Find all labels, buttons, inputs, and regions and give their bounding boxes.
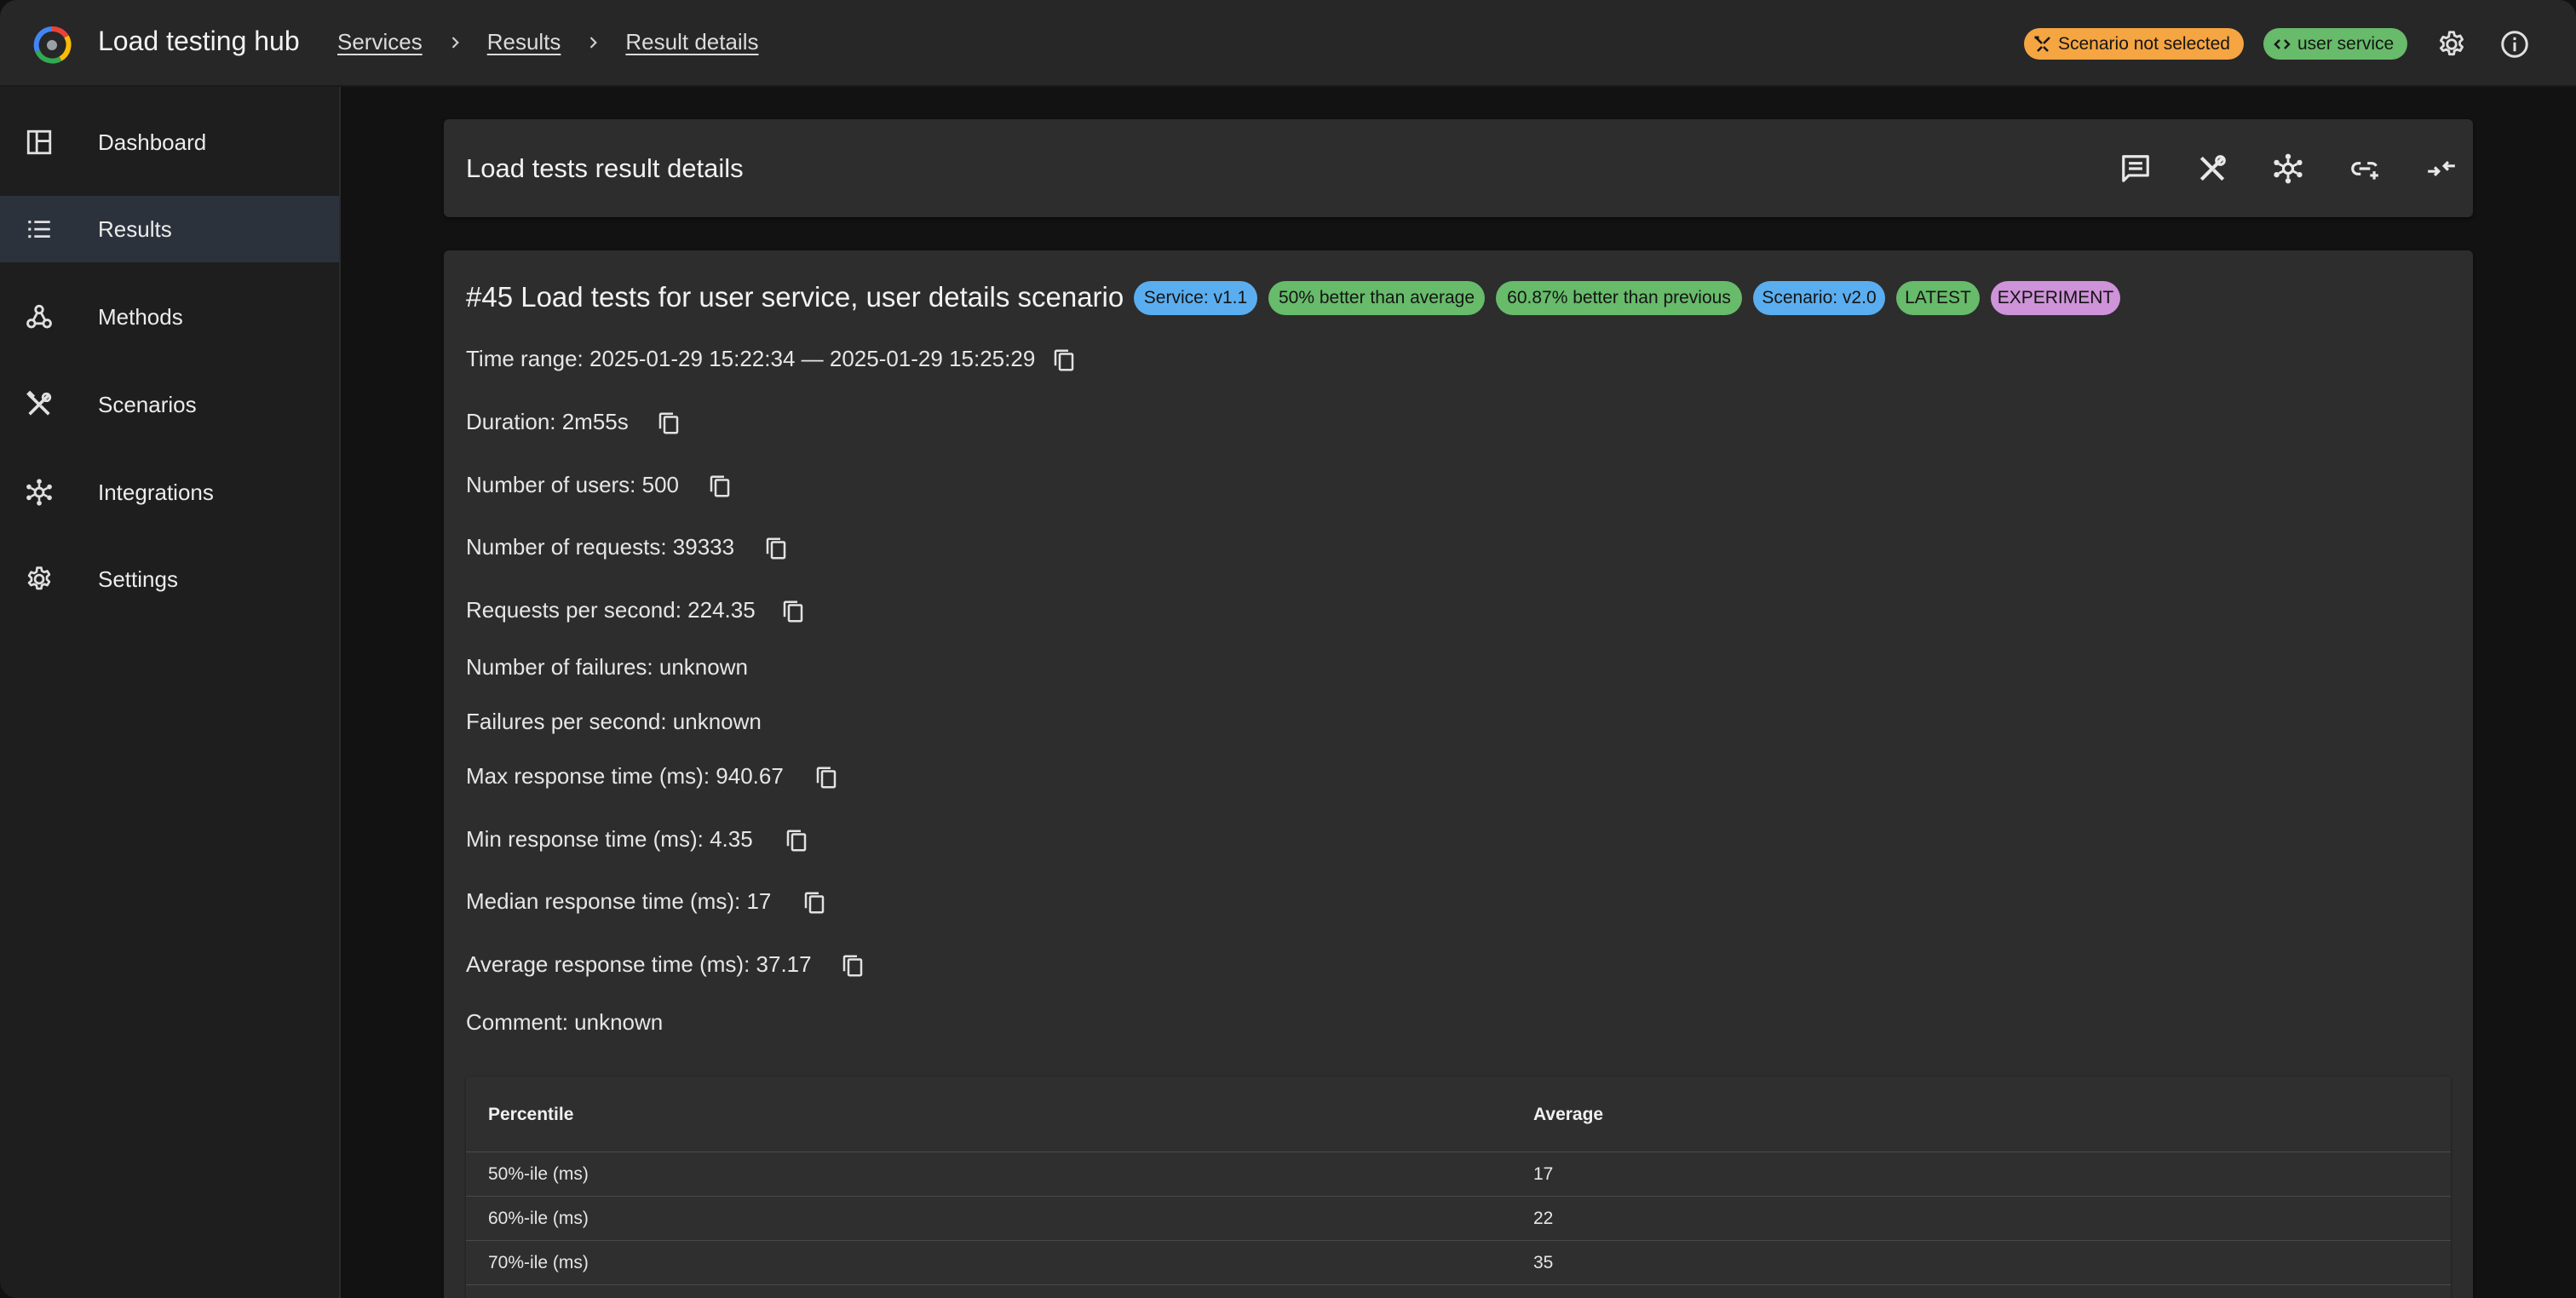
table-cell-percentile: 70%-ile (ms): [488, 1253, 589, 1272]
hub-icon: [22, 475, 56, 509]
dashboard-icon: [22, 125, 56, 159]
breadcrumb-services[interactable]: Services: [337, 29, 423, 55]
table-cell-average: 17: [1533, 1164, 1554, 1184]
breadcrumb: Services Results Result details: [337, 29, 758, 55]
previous-comparison-badge: 60.87% better than previous: [1496, 281, 1742, 315]
service-version-badge: Service: v1.1: [1134, 281, 1257, 315]
rps-field: Requests per second: 224.35: [466, 597, 756, 623]
copy-icon[interactable]: [654, 409, 683, 438]
breadcrumb-results[interactable]: Results: [487, 29, 561, 55]
breadcrumb-result-details[interactable]: Result details: [625, 29, 758, 55]
failures-field: Number of failures: unknown: [466, 654, 748, 680]
average-comparison-badge: 50% better than average: [1268, 281, 1485, 315]
table-row: 50%-ile (ms) 17: [466, 1152, 2451, 1196]
latest-badge: LATEST: [1896, 281, 1980, 315]
table-header-percentile: Percentile: [488, 1105, 574, 1124]
sidebar-item-label: Settings: [98, 566, 178, 592]
failures-per-second-field: Failures per second: unknown: [466, 709, 762, 734]
sidebar: Dashboard Results Methods Scenarios Inte…: [0, 87, 341, 1298]
duration-field: Duration: 2m55s: [466, 409, 629, 434]
copy-icon[interactable]: [705, 472, 734, 501]
result-details-card: #45 Load tests for user service, user de…: [444, 250, 2473, 1298]
copy-icon[interactable]: [1049, 346, 1078, 375]
scenario-status-chip[interactable]: Scenario not selected: [2024, 28, 2244, 60]
service-status-label: user service: [2297, 33, 2395, 54]
requests-field: Number of requests: 39333: [466, 534, 735, 560]
scenario-version-badge: Scenario: v2.0: [1753, 281, 1885, 315]
copy-icon[interactable]: [762, 534, 791, 563]
sidebar-item-methods[interactable]: Methods: [0, 284, 339, 350]
chevron-right-icon: [577, 30, 609, 55]
sidebar-item-integrations[interactable]: Integrations: [0, 459, 339, 526]
table-row: [466, 1284, 2451, 1298]
sidebar-item-label: Results: [98, 215, 172, 242]
page-title: Load tests result details: [466, 153, 744, 183]
tools-icon: [2033, 34, 2053, 55]
max-response-time-field: Max response time (ms): 940.67: [466, 763, 784, 789]
comment-field: Comment: unknown: [466, 1009, 664, 1035]
gear-icon: [22, 562, 56, 596]
table-cell-percentile: 50%-ile (ms): [488, 1164, 589, 1184]
sidebar-item-label: Methods: [98, 303, 183, 330]
code-icon: [2272, 34, 2292, 55]
service-status-chip[interactable]: user service: [2263, 28, 2408, 60]
gear-icon[interactable]: [2434, 26, 2470, 62]
copy-icon[interactable]: [838, 951, 867, 980]
table-row: 70%-ile (ms) 35: [466, 1240, 2451, 1284]
sidebar-item-label: Scenarios: [98, 391, 197, 417]
sidebar-item-scenarios[interactable]: Scenarios: [0, 371, 339, 438]
sidebar-item-settings[interactable]: Settings: [0, 546, 339, 612]
experiment-badge: EXPERIMENT: [1991, 281, 2120, 315]
tools-icon[interactable]: [2194, 150, 2231, 187]
copy-icon[interactable]: [782, 826, 811, 855]
table-cell-percentile: 60%-ile (ms): [488, 1209, 589, 1228]
sidebar-item-dashboard[interactable]: Dashboard: [0, 109, 339, 175]
table-row: 60%-ile (ms) 22: [466, 1196, 2451, 1240]
sidebar-item-label: Integrations: [98, 479, 214, 505]
time-range-field: Time range: 2025-01-29 15:22:34 — 2025-0…: [466, 346, 1036, 371]
app-title: Load testing hub: [98, 26, 300, 56]
chevron-right-icon: [439, 30, 471, 55]
min-response-time-field: Min response time (ms): 4.35: [466, 826, 753, 852]
copy-icon[interactable]: [800, 888, 829, 917]
median-response-time-field: Median response time (ms): 17: [466, 888, 772, 914]
hub-icon[interactable]: [2269, 150, 2307, 187]
copy-icon[interactable]: [779, 597, 808, 626]
average-response-time-field: Average response time (ms): 37.17: [466, 951, 812, 977]
info-icon[interactable]: [2497, 26, 2533, 62]
comment-icon[interactable]: [2117, 150, 2154, 187]
scenario-status-label: Scenario not selected: [2058, 33, 2230, 54]
copy-icon[interactable]: [812, 763, 841, 792]
add-link-icon[interactable]: [2346, 150, 2383, 187]
app-logo-icon: [32, 26, 72, 65]
table-cell-average: 22: [1533, 1209, 1554, 1228]
result-title: #45 Load tests for user service, user de…: [466, 281, 1124, 313]
webhook-icon: [22, 300, 56, 334]
sidebar-item-results[interactable]: Results: [0, 196, 339, 262]
table-cell-average: 35: [1533, 1253, 1554, 1272]
top-app-bar: Load testing hub Services Results Result…: [0, 0, 2576, 87]
users-field: Number of users: 500: [466, 472, 680, 497]
sidebar-item-label: Dashboard: [98, 129, 207, 155]
list-icon: [22, 212, 56, 246]
tools-icon: [22, 388, 56, 422]
page-header-card: Load tests result details: [444, 119, 2473, 217]
app-window: Load testing hub Services Results Result…: [0, 0, 2576, 1298]
table-header-average: Average: [1533, 1105, 1604, 1124]
percentile-table: Percentile Average 50%-ile (ms) 17 60%-i…: [466, 1077, 2451, 1298]
compare-arrows-icon[interactable]: [2423, 150, 2460, 187]
